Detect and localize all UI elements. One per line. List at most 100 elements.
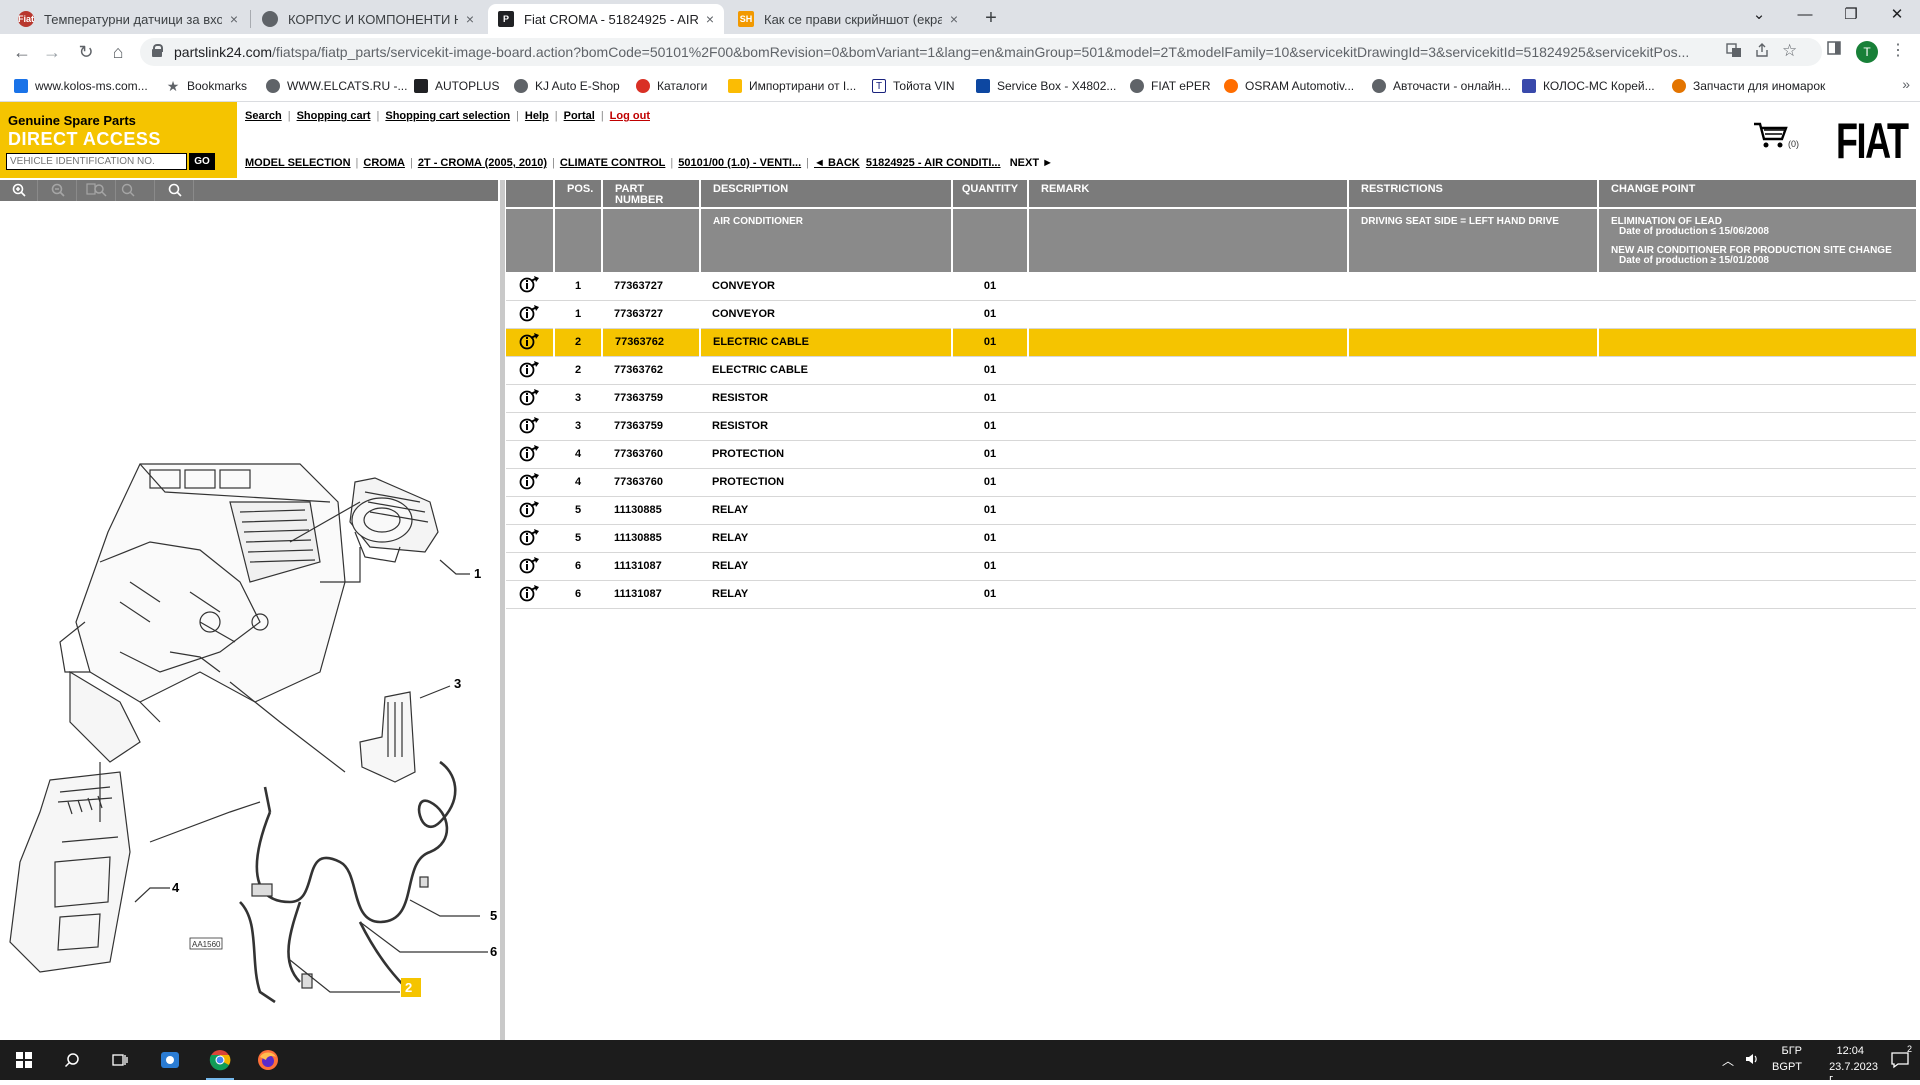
- lock-icon[interactable]: [152, 44, 163, 57]
- callout-5[interactable]: 5: [490, 908, 497, 923]
- cell-part-number[interactable]: 77363760: [602, 440, 700, 469]
- callout-2[interactable]: 2: [405, 980, 412, 995]
- crumb-croma[interactable]: CROMA: [363, 157, 405, 169]
- crumb-model-2t[interactable]: 2T - CROMA (2005, 2010): [418, 157, 547, 169]
- bookmark-osram[interactable]: OSRAM Automotiv...: [1224, 76, 1354, 96]
- cell-part-number[interactable]: 11130885: [602, 496, 700, 525]
- bookmark-imported[interactable]: Импортирани от I...: [728, 76, 856, 96]
- input-layout[interactable]: BGPT: [1772, 1061, 1802, 1073]
- part-info-button[interactable]: [506, 580, 554, 609]
- cell-part-number[interactable]: 77363762: [601, 328, 700, 357]
- part-info-button[interactable]: [506, 384, 554, 413]
- bookmark-star-icon[interactable]: ☆: [1782, 41, 1797, 61]
- zoom-out-button[interactable]: [39, 180, 77, 201]
- taskbar-app-chrome[interactable]: [196, 1040, 244, 1080]
- col-remark[interactable]: REMARK: [1027, 180, 1348, 208]
- table-row[interactable]: 5 11130885 RELAY 01: [506, 496, 1916, 525]
- menu-shopping-cart-selection[interactable]: Shopping cart selection: [385, 110, 510, 122]
- table-row[interactable]: 2 77363762 ELECTRIC CABLE 01: [506, 356, 1916, 385]
- table-row[interactable]: 6 11131087 RELAY 01: [506, 580, 1916, 609]
- menu-help[interactable]: Help: [525, 110, 549, 122]
- bookmark-elcats[interactable]: WWW.ELCATS.RU -...: [266, 76, 407, 96]
- cell-part-number[interactable]: 77363759: [602, 412, 700, 441]
- close-tab-icon[interactable]: ×: [706, 11, 714, 27]
- callout-1[interactable]: 1: [474, 566, 481, 581]
- table-row[interactable]: 3 77363759 RESISTOR 01: [506, 384, 1916, 413]
- vin-input[interactable]: [6, 153, 187, 170]
- part-info-button[interactable]: [506, 300, 554, 329]
- zoom-fit-button[interactable]: [78, 180, 116, 201]
- cell-part-number[interactable]: 11131087: [602, 552, 700, 581]
- bookmark-fiat-eper[interactable]: FIAT ePER: [1130, 76, 1211, 96]
- profile-avatar[interactable]: T: [1856, 41, 1878, 63]
- col-pos[interactable]: POS.: [553, 180, 602, 208]
- menu-portal[interactable]: Portal: [564, 110, 595, 122]
- taskbar-app-outlook[interactable]: [146, 1040, 194, 1080]
- part-info-button[interactable]: [506, 412, 554, 441]
- bookmark-zapchasti[interactable]: Запчасти для иномарок: [1672, 76, 1825, 96]
- pane-splitter[interactable]: [500, 180, 505, 1040]
- share-icon[interactable]: [1754, 42, 1770, 62]
- crumb-group-50101[interactable]: 50101/00 (1.0) - VENTI...: [678, 157, 801, 169]
- cell-part-number[interactable]: 77363727: [602, 272, 700, 301]
- shopping-cart-icon[interactable]: [1752, 120, 1792, 150]
- crumb-next-link[interactable]: NEXT ►: [1010, 157, 1053, 169]
- table-row[interactable]: 1 77363727 CONVEYOR 01: [506, 300, 1916, 329]
- table-row[interactable]: 6 11131087 RELAY 01: [506, 552, 1916, 581]
- crumb-model-selection[interactable]: MODEL SELECTION: [245, 157, 351, 169]
- taskbar-app-firefox[interactable]: [244, 1040, 292, 1080]
- volume-icon[interactable]: [1744, 1051, 1760, 1070]
- menu-log-out[interactable]: Log out: [610, 110, 650, 122]
- vin-go-button[interactable]: GO: [189, 153, 215, 170]
- table-row[interactable]: 4 77363760 PROTECTION 01: [506, 440, 1916, 469]
- bookmark-toyota-vin[interactable]: T Тойота VIN: [872, 76, 955, 96]
- part-info-button[interactable]: [506, 440, 554, 469]
- browser-tab-3-active[interactable]: P Fiat CROMA - 51824925 - AIR CO... ×: [488, 4, 724, 34]
- menu-search[interactable]: Search: [245, 110, 282, 122]
- zoom-100-button[interactable]: [117, 180, 155, 201]
- search-button[interactable]: [48, 1040, 96, 1080]
- maximize-button[interactable]: ❐: [1828, 0, 1874, 30]
- part-info-button[interactable]: [506, 524, 554, 553]
- table-row[interactable]: 5 11130885 RELAY 01: [506, 524, 1916, 553]
- part-info-button[interactable]: [506, 468, 554, 497]
- back-button[interactable]: ←: [8, 39, 36, 65]
- cell-part-number[interactable]: 77363760: [602, 468, 700, 497]
- table-row[interactable]: 3 77363759 RESISTOR 01: [506, 412, 1916, 441]
- bookmark-service-box[interactable]: Service Box - X4802...: [976, 76, 1116, 96]
- bookmark-kolos-korea[interactable]: КОЛОС-МС Корей...: [1522, 76, 1655, 96]
- task-view-button[interactable]: [96, 1040, 144, 1080]
- table-row[interactable]: 4 77363760 PROTECTION 01: [506, 468, 1916, 497]
- url-text[interactable]: partslink24.com/fiatspa/fiatp_parts/serv…: [174, 44, 1704, 60]
- start-button[interactable]: [0, 1040, 48, 1080]
- table-row[interactable]: 2 77363762 ELECTRIC CABLE 01: [506, 328, 1916, 357]
- clock-date[interactable]: 23.7.2023 г.: [1829, 1061, 1878, 1085]
- browser-tab-2[interactable]: КОРПУС И КОМПОНЕНТИ НА КЛ... ×: [252, 4, 484, 34]
- crumb-servicekit[interactable]: 51824925 - AIR CONDITI...: [866, 157, 1001, 169]
- address-bar[interactable]: partslink24.com/fiatspa/fiatp_parts/serv…: [140, 38, 1822, 66]
- menu-shopping-cart[interactable]: Shopping cart: [297, 110, 371, 122]
- part-info-button[interactable]: [506, 552, 554, 581]
- bookmark-autoplus[interactable]: AUTOPLUS: [414, 76, 499, 96]
- forward-button[interactable]: →: [38, 39, 66, 65]
- part-info-button[interactable]: [506, 356, 554, 385]
- bookmark-autoparts[interactable]: Авточасти - онлайн...: [1372, 76, 1511, 96]
- zoom-area-button[interactable]: [156, 180, 194, 201]
- col-restrictions[interactable]: RESTRICTIONS: [1347, 180, 1598, 208]
- exploded-parts-drawing[interactable]: 1 2 3 4 5 6 AA1560: [0, 202, 498, 1040]
- input-language[interactable]: БГР: [1781, 1045, 1802, 1057]
- home-button[interactable]: ⌂: [104, 39, 132, 65]
- col-quantity[interactable]: QUANTITY: [951, 180, 1028, 208]
- part-info-button[interactable]: [506, 328, 554, 357]
- new-tab-button[interactable]: +: [978, 6, 1004, 32]
- crumb-climate-control[interactable]: CLIMATE CONTROL: [560, 157, 666, 169]
- browser-tab-4[interactable]: SH Как се прави скрийншот (екран... ×: [728, 4, 968, 34]
- close-tab-icon[interactable]: ×: [230, 11, 238, 27]
- menu-kebab-icon[interactable]: ⋮: [1890, 40, 1906, 60]
- callout-3[interactable]: 3: [454, 676, 461, 691]
- bookmark-kj-auto[interactable]: KJ Auto E-Shop: [514, 76, 620, 96]
- clock-time[interactable]: 12:04: [1836, 1045, 1864, 1057]
- zoom-in-button[interactable]: [0, 180, 38, 201]
- cell-part-number[interactable]: 11131087: [602, 580, 700, 609]
- reload-button[interactable]: ↻: [72, 39, 100, 65]
